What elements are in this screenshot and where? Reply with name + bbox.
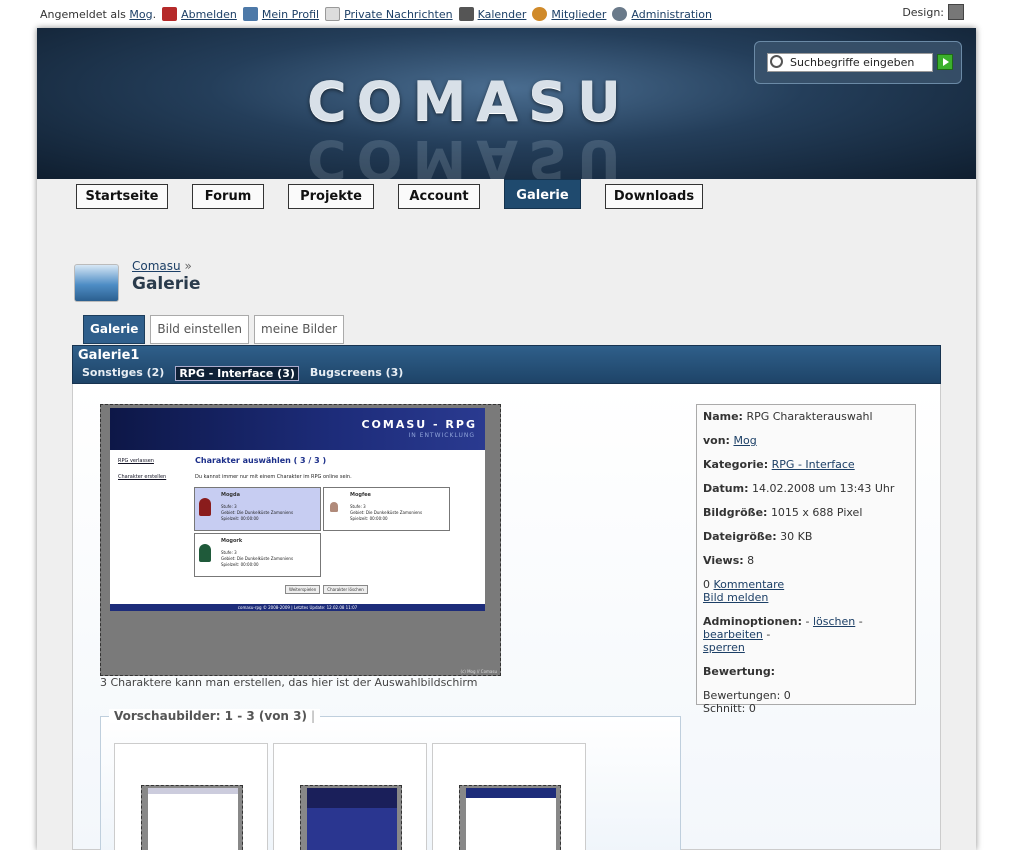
profile-card-icon: [242, 7, 258, 21]
site-logo[interactable]: COMASU: [307, 70, 631, 133]
gallery-content: COMASU - RPG IN ENTWICKLUNG RPG verlasse…: [72, 384, 941, 850]
tab-meine-bilder[interactable]: meine Bilder: [254, 315, 345, 344]
main-nav: Startseite Forum Projekte Account Galeri…: [37, 179, 976, 219]
rpg-side-link: Charakter erstellen: [118, 474, 167, 480]
top-bar: Angemeldet als Mog. Abmelden Mein Profil…: [0, 0, 1013, 28]
logo-reflection: COMASU: [307, 128, 631, 179]
admin-block-link[interactable]: sperren: [703, 641, 745, 654]
design-swatch[interactable]: [948, 4, 964, 20]
image-views: 8: [747, 554, 755, 567]
admin-delete-link[interactable]: löschen: [813, 615, 855, 628]
image-caption: 3 Charaktere kann man erstellen, das hie…: [100, 676, 478, 689]
logout-link[interactable]: Abmelden: [162, 7, 237, 21]
admin-link[interactable]: Administration: [612, 7, 712, 21]
image-info-panel: Name: RPG Charakterauswahl von: Mog Kate…: [696, 404, 916, 715]
nav-projekte[interactable]: Projekte: [288, 184, 374, 209]
category-link[interactable]: RPG - Interface: [772, 458, 855, 471]
rpg-buttons: Weiterspielen Charakter löschen: [285, 585, 371, 594]
main-image[interactable]: COMASU - RPG IN ENTWICKLUNG RPG verlasse…: [100, 404, 501, 676]
breadcrumb-link-comasu[interactable]: Comasu: [132, 259, 181, 273]
rating-average: Schnitt: 0: [703, 702, 756, 715]
rpg-footer: comasu-rpg © 2008-2009 | Letztes Update:…: [110, 604, 485, 611]
rpg-side-link: RPG verlassen: [118, 458, 154, 464]
gear-icon: [612, 7, 628, 21]
logout-icon: [162, 7, 178, 21]
members-link[interactable]: Mitglieder: [532, 7, 606, 21]
logged-in-text: Angemeldet als Mog.: [40, 7, 157, 21]
image-filesize: 30 KB: [780, 530, 813, 543]
preview-fieldset: Vorschaubilder: 1 - 3 (von 3) |: [100, 709, 681, 850]
gallery-tabs: Galerie Bild einstellen meine Bilder: [83, 315, 349, 344]
screenshot-content: COMASU - RPG IN ENTWICKLUNG RPG verlasse…: [110, 408, 485, 611]
breadcrumb: Comasu »: [132, 259, 192, 273]
rpg-heading: Charakter auswählen ( 3 / 3 ): [195, 456, 327, 465]
profile-link[interactable]: Mein Profil: [242, 7, 319, 21]
tab-galerie[interactable]: Galerie: [83, 315, 146, 344]
gallery-section-icon: [74, 264, 119, 302]
search-submit-button[interactable]: [937, 54, 953, 70]
rating-count: Bewertungen: 0: [703, 689, 791, 702]
rpg-header: COMASU - RPG IN ENTWICKLUNG: [110, 408, 485, 450]
tab-bild-einstellen[interactable]: Bild einstellen: [150, 315, 250, 344]
gallery-title: Galerie1: [78, 348, 140, 363]
admin-edit-link[interactable]: bearbeiten: [703, 628, 763, 641]
category-bugscreens[interactable]: Bugscreens (3): [307, 366, 406, 381]
header-banner: COMASU COMASU Suchbegriffe eingeben: [37, 28, 976, 179]
character-card: Mogork Stufe: 3 Gebiet: Die Dunkelküste …: [194, 533, 321, 577]
preview-thumbnail-1[interactable]: [114, 743, 268, 850]
page-title: Galerie: [132, 274, 201, 294]
author-link[interactable]: Mog: [733, 434, 756, 447]
comments-link[interactable]: Kommentare: [714, 578, 785, 591]
image-dimensions: 1015 x 688 Pixel: [770, 506, 863, 519]
nav-galerie[interactable]: Galerie: [504, 179, 581, 209]
members-icon: [532, 7, 548, 21]
user-link[interactable]: Mog: [129, 8, 152, 21]
search-box: Suchbegriffe eingeben: [754, 41, 962, 84]
character-card: Mogfee Stufe: 3 Gebiet: Die Dunkelküste …: [323, 487, 450, 531]
image-date: 14.02.2008 um 13:43 Uhr: [752, 482, 895, 495]
category-sonstiges[interactable]: Sonstiges (2): [79, 366, 167, 381]
category-list: Sonstiges (2) RPG - Interface (3) Bugscr…: [79, 366, 414, 381]
rpg-subtext: Du kannst immer nur mit einem Charakter …: [195, 474, 352, 480]
preview-thumbnail-2[interactable]: [273, 743, 427, 850]
design-selector[interactable]: Design:: [902, 4, 964, 20]
image-name: RPG Charakterauswahl: [746, 410, 873, 423]
gallery-header: Galerie1 Sonstiges (2) RPG - Interface (…: [72, 345, 941, 384]
search-icon: [770, 55, 783, 68]
calendar-icon: [458, 7, 474, 21]
envelope-icon: [325, 7, 341, 21]
category-rpg-interface[interactable]: RPG - Interface (3): [175, 366, 299, 381]
preview-thumbnail-3[interactable]: [432, 743, 586, 850]
nav-startseite[interactable]: Startseite: [76, 184, 168, 209]
nav-forum[interactable]: Forum: [192, 184, 264, 209]
messages-link[interactable]: Private Nachrichten: [325, 7, 453, 21]
nav-downloads[interactable]: Downloads: [605, 184, 703, 209]
image-watermark: (c) Mog // Comasu: [460, 669, 497, 674]
character-card: Mogda Stufe: 3 Gebiet: Die Dunkelküste Z…: [194, 487, 321, 531]
preview-legend: Vorschaubilder: 1 - 3 (von 3) |: [109, 709, 321, 723]
calendar-link[interactable]: Kalender: [458, 7, 526, 21]
report-image-link[interactable]: Bild melden: [703, 591, 768, 604]
search-input[interactable]: Suchbegriffe eingeben: [767, 53, 933, 72]
page-frame: COMASU COMASU Suchbegriffe eingeben Star…: [37, 28, 976, 850]
nav-account[interactable]: Account: [398, 184, 480, 209]
